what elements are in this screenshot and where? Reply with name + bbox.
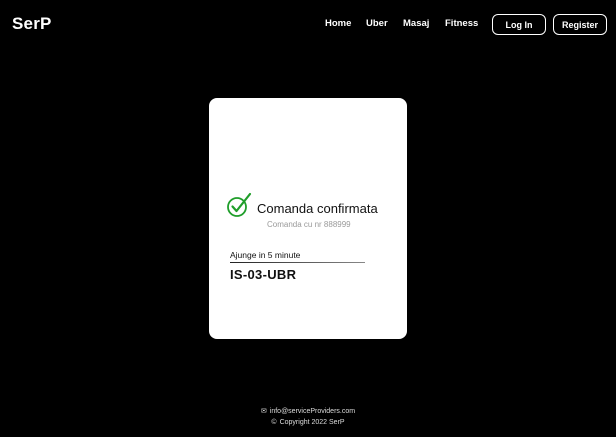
confirmation-title: Comanda confirmata bbox=[257, 201, 378, 216]
check-circle-icon bbox=[227, 192, 252, 217]
login-button[interactable]: Log In bbox=[492, 14, 546, 35]
footer-email[interactable]: info@serviceProviders.com bbox=[270, 408, 355, 415]
license-plate: IS-03-UBR bbox=[230, 267, 297, 282]
mail-icon: ✉ bbox=[260, 408, 267, 415]
footer-email-row: ✉ info@serviceProviders.com bbox=[0, 407, 616, 415]
nav-link-uber[interactable]: Uber bbox=[366, 18, 388, 29]
nav-link-home[interactable]: Home bbox=[325, 18, 351, 29]
top-navigation: Home Uber Masaj Fitness Log In Register bbox=[0, 0, 616, 50]
order-confirmation-card: Comanda confirmata Comanda cu nr 888999 … bbox=[209, 98, 407, 339]
arrival-eta: Ajunge in 5 minute bbox=[230, 250, 301, 260]
divider bbox=[230, 262, 365, 263]
register-button[interactable]: Register bbox=[553, 14, 607, 35]
nav-link-fitness[interactable]: Fitness bbox=[445, 18, 478, 29]
footer-copyright-row: © Copyright 2022 SerP bbox=[0, 419, 616, 426]
copyright-icon: © bbox=[271, 419, 277, 426]
nav-link-masaj[interactable]: Masaj bbox=[403, 18, 429, 29]
order-number: Comanda cu nr 888999 bbox=[267, 220, 351, 229]
footer-copyright: Copyright 2022 SerP bbox=[279, 419, 345, 426]
